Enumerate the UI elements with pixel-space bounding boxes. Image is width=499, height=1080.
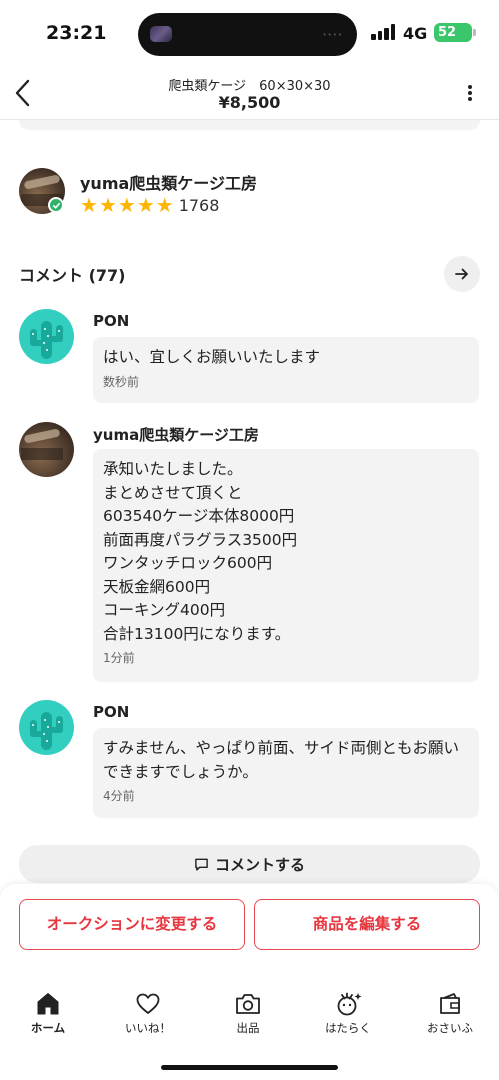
work-icon (313, 990, 383, 1018)
dots-icon: •••• (322, 31, 343, 39)
cactus-avatar[interactable] (19, 309, 74, 364)
star-icon: ★ (80, 193, 98, 217)
cactus-avatar[interactable] (19, 700, 74, 755)
comments-header: コメント (77) (19, 256, 480, 292)
previous-card-edge (19, 120, 480, 130)
comment-text: すみません、やっぱり前面、サイド両側ともお願いできますでしょうか。 (103, 739, 460, 781)
tab-home[interactable]: ホーム (13, 990, 83, 1036)
home-icon (13, 990, 83, 1018)
header: 爬虫類ケージ 60×30×30 ¥8,500 (0, 66, 499, 120)
star-icon: ★ (136, 193, 155, 217)
tab-sell[interactable]: 出品 (213, 990, 283, 1036)
item-title: 爬虫類ケージ 60×30×30 (168, 79, 331, 94)
comment-author: yuma爬虫類ケージ工房 (93, 426, 259, 444)
network-type: 4G (403, 24, 428, 43)
star-icon: ★ (98, 193, 117, 217)
photo-avatar[interactable] (19, 422, 74, 477)
home-indicator (161, 1065, 338, 1070)
battery-icon: 52 (434, 23, 476, 42)
comments-title: コメント (77) (19, 266, 126, 285)
star-icon: ★ (155, 193, 174, 217)
comment-bubble: すみません、やっぱり前面、サイド両側ともお願いできますでしょうか。 4分前 (93, 728, 479, 818)
wallet-icon (415, 990, 485, 1018)
dynamic-island: •••• (138, 13, 357, 56)
signal-icon (371, 24, 397, 40)
camera-icon (213, 990, 283, 1018)
comment-author: PON (93, 703, 130, 721)
tab-label: いいね！ (125, 1021, 171, 1035)
comment-item: yuma爬虫類ケージ工房 承知いたしました。 まとめさせて頂くと 603540ケ… (19, 422, 480, 682)
comment-item: PON すみません、やっぱり前面、サイド両側ともお願いできますでしょうか。 4分… (19, 700, 480, 818)
tab-likes[interactable]: いいね！ (113, 990, 183, 1036)
comment-bubble: はい、宜しくお願いいたします 数秒前 (93, 337, 479, 403)
speech-bubble-icon (195, 858, 208, 871)
camera-thumbnail-icon (150, 26, 172, 42)
status-time: 23:21 (46, 22, 107, 44)
battery-level: 52 (438, 25, 457, 40)
more-options-icon[interactable] (467, 85, 473, 103)
tab-label: はたらく (325, 1021, 371, 1035)
comment-time: 1分前 (103, 651, 135, 665)
edit-item-button[interactable]: 商品を編集する (254, 899, 480, 950)
heart-icon (113, 990, 183, 1018)
tab-work[interactable]: はたらく (313, 990, 383, 1036)
comment-author: PON (93, 312, 130, 330)
rating-count: 1768 (178, 195, 220, 215)
comment-text: はい、宜しくお願いいたします (103, 348, 321, 366)
item-price: ¥8,500 (218, 93, 281, 112)
action-panel: オークションに変更する 商品を編集する (0, 884, 499, 976)
comment-button-label: コメントする (214, 855, 305, 874)
comment-button[interactable]: コメントする (19, 845, 480, 883)
tab-label: ホーム (30, 1021, 66, 1035)
star-icon: ★ (117, 193, 136, 217)
comment-text: 承知いたしました。 まとめさせて頂くと 603540ケージ本体8000円 前面再… (103, 460, 298, 643)
comment-time: 4分前 (103, 789, 135, 803)
comments-more-button[interactable] (444, 256, 480, 292)
tab-label: 出品 (236, 1021, 260, 1035)
seller-name[interactable]: yuma爬虫類ケージ工房 (80, 170, 257, 194)
arrow-right-icon (455, 268, 468, 280)
verified-badge-icon (48, 197, 64, 213)
tab-label: おさいふ (427, 1021, 473, 1035)
tab-wallet[interactable]: おさいふ (415, 990, 485, 1036)
comment-bubble: 承知いたしました。 まとめさせて頂くと 603540ケージ本体8000円 前面再… (93, 449, 479, 682)
change-to-auction-button[interactable]: オークションに変更する (19, 899, 245, 950)
seller-info[interactable]: yuma爬虫類ケージ工房 ★ ★ ★ ★ ★ 1768 (19, 168, 479, 216)
comment-item: PON はい、宜しくお願いいたします 数秒前 (19, 309, 480, 404)
status-bar: 23:21 •••• 4G 52 (0, 0, 499, 66)
seller-rating: ★ ★ ★ ★ ★ 1768 (80, 195, 219, 215)
comment-time: 数秒前 (103, 374, 140, 389)
